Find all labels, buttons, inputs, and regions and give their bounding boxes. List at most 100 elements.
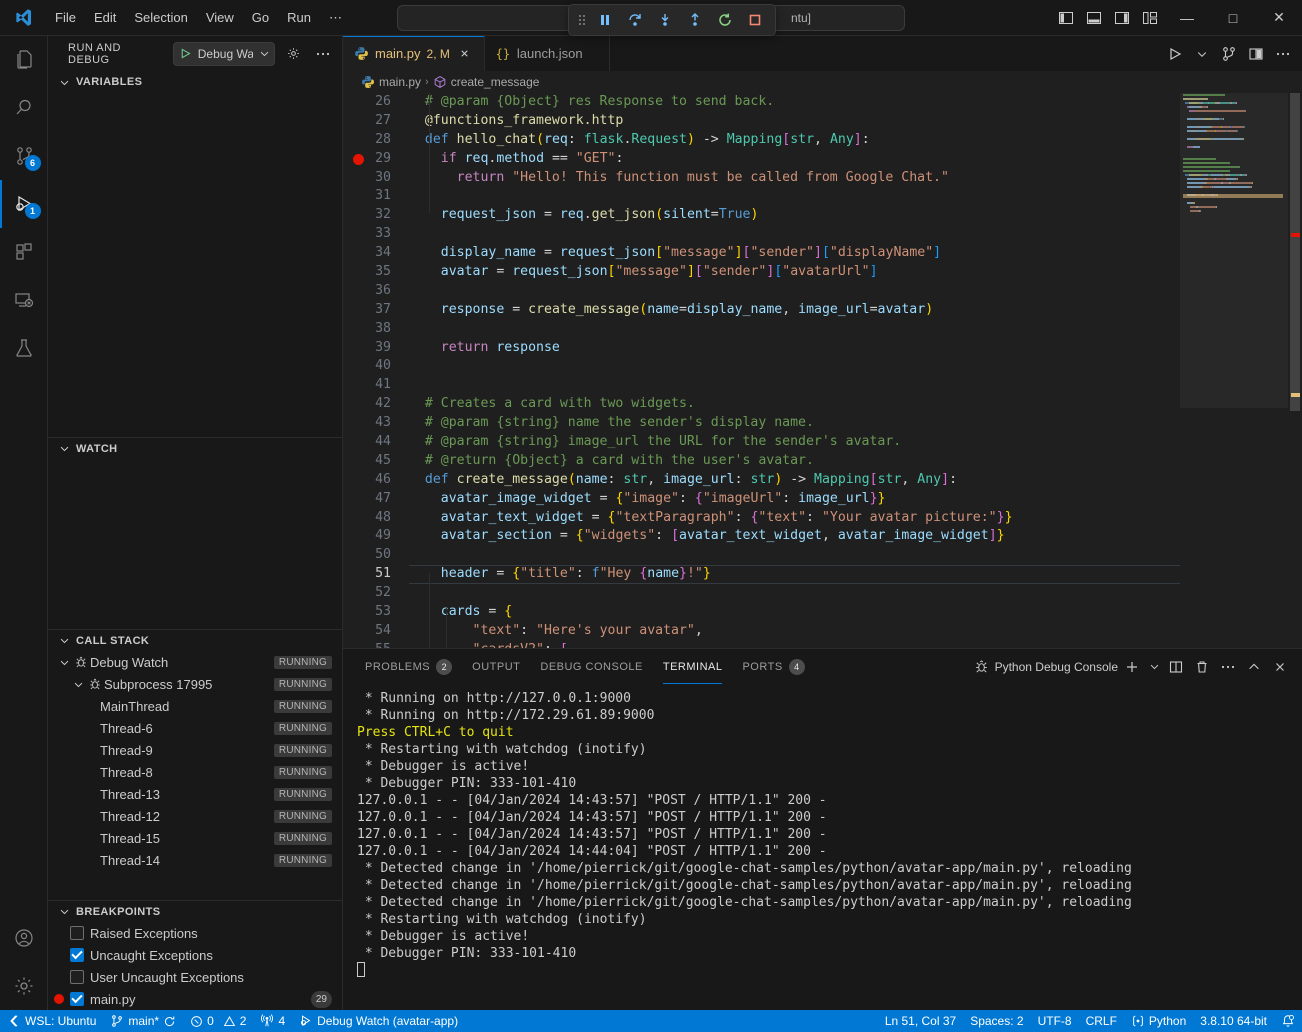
call-stack-row[interactable]: Thread-13RUNNING (48, 783, 342, 805)
customize-layout-icon[interactable] (1136, 0, 1164, 36)
activity-explorer-icon[interactable] (0, 36, 48, 84)
split-terminal-icon[interactable] (1164, 655, 1188, 679)
sidebar-more-actions-icon[interactable] (312, 43, 334, 65)
status-encoding[interactable]: UTF-8 (1031, 1010, 1079, 1032)
pause-button[interactable] (591, 8, 619, 32)
terminal-profile-chevron-down-icon[interactable] (1146, 655, 1162, 679)
editor-tab-main-py[interactable]: main.py2, M (343, 36, 485, 71)
toggle-secondary-sidebar-icon[interactable] (1108, 0, 1136, 36)
activity-search-icon[interactable] (0, 84, 48, 132)
active-terminal-name[interactable]: Python Debug Console (974, 659, 1118, 674)
breadcrumb-symbol[interactable]: create_message (433, 75, 540, 89)
code-line[interactable]: # Creates a card with two widgets. (409, 395, 1302, 414)
menu-more[interactable]: ⋯ (320, 6, 351, 30)
code-line[interactable]: avatar_image_widget = {"image": {"imageU… (409, 490, 1302, 509)
call-stack-row[interactable]: Thread-15RUNNING (48, 827, 342, 849)
watch-pane-header[interactable]: WATCH (48, 437, 342, 459)
code-editor[interactable]: 2627282930313233343536373839404142434445… (343, 93, 1302, 648)
code-line[interactable]: def hello_chat(req: flask.Request) -> Ma… (409, 131, 1302, 150)
toggle-primary-sidebar-icon[interactable] (1052, 0, 1080, 36)
activity-remote-explorer-icon[interactable] (0, 276, 48, 324)
debug-configuration-select[interactable]: Debug Wa (173, 42, 275, 66)
panel-more-actions-icon[interactable] (1216, 655, 1240, 679)
chevron-down-icon[interactable] (259, 48, 270, 59)
status-cursor-position[interactable]: Ln 51, Col 37 (878, 1010, 963, 1032)
menu-run[interactable]: Run (278, 6, 320, 29)
activity-source-control-icon[interactable]: 6 (0, 132, 48, 180)
call-stack-row[interactable]: Thread-8RUNNING (48, 761, 342, 783)
call-stack-row[interactable]: Debug WatchRUNNING (48, 651, 342, 673)
variables-list[interactable] (48, 93, 342, 437)
code-line[interactable]: cards = { (409, 603, 1302, 622)
maximize-button[interactable]: □ (1210, 0, 1256, 36)
code-line[interactable]: @functions_framework.http (409, 112, 1302, 131)
panel-tab-terminal[interactable]: TERMINAL (653, 649, 733, 684)
editor-gutter[interactable]: 2627282930313233343536373839404142434445… (343, 93, 409, 648)
new-terminal-plus-icon[interactable] (1120, 655, 1144, 679)
close-window-button[interactable]: ✕ (1256, 0, 1302, 36)
breakpoint-row[interactable]: User Uncaught Exceptions (48, 966, 342, 988)
breakpoint-checkbox[interactable] (70, 970, 84, 984)
close-tab-icon[interactable] (456, 45, 474, 63)
status-notifications[interactable] (1274, 1010, 1302, 1032)
source-control-compare-icon[interactable] (1216, 40, 1242, 68)
status-language-mode[interactable]: Python (1124, 1010, 1193, 1032)
status-indentation[interactable]: Spaces: 2 (963, 1010, 1030, 1032)
code-line[interactable]: # @param {Object} res Response to send b… (409, 93, 1302, 112)
code-line[interactable] (409, 225, 1302, 244)
code-line[interactable]: avatar_section = {"widgets": [avatar_tex… (409, 527, 1302, 546)
menu-edit[interactable]: Edit (85, 6, 125, 29)
step-into-button[interactable] (651, 8, 679, 32)
chevron-down-icon[interactable] (56, 657, 72, 668)
status-eol[interactable]: CRLF (1079, 1010, 1124, 1032)
status-interpreter[interactable]: 3.8.10 64-bit (1193, 1010, 1274, 1032)
editor-tab-launch-json[interactable]: {}launch.json (485, 36, 610, 71)
maximize-panel-chevron-up-icon[interactable] (1242, 655, 1266, 679)
call-stack-pane-header[interactable]: CALL STACK (48, 629, 342, 651)
code-line[interactable]: header = {"title": f"Hey {name}!"} (409, 565, 1302, 584)
breakpoint-checkbox[interactable] (70, 992, 84, 1006)
code-line[interactable] (409, 282, 1302, 301)
call-stack-row[interactable]: Thread-14RUNNING (48, 849, 342, 871)
breakpoints-list[interactable]: Raised ExceptionsUncaught ExceptionsUser… (48, 922, 342, 1010)
activity-run-and-debug-icon[interactable]: 1 (0, 180, 48, 228)
code-line[interactable]: display_name = request_json["message"]["… (409, 244, 1302, 263)
chevron-down-icon[interactable] (70, 679, 86, 690)
panel-tab-output[interactable]: OUTPUT (462, 649, 530, 684)
call-stack-row[interactable]: Thread-9RUNNING (48, 739, 342, 761)
menu-file[interactable]: File (46, 6, 85, 29)
step-out-button[interactable] (681, 8, 709, 32)
minimize-button[interactable]: — (1164, 0, 1210, 36)
status-remote-host[interactable]: WSL: Ubuntu (0, 1010, 103, 1032)
menu-go[interactable]: Go (243, 6, 278, 29)
call-stack-row[interactable]: MainThreadRUNNING (48, 695, 342, 717)
code-line[interactable] (409, 376, 1302, 395)
code-line[interactable] (409, 187, 1302, 206)
restart-button[interactable] (711, 8, 739, 32)
code-line[interactable] (409, 357, 1302, 376)
activity-testing-icon[interactable] (0, 324, 48, 372)
breakpoint-row[interactable]: Raised Exceptions (48, 922, 342, 944)
debug-toolbar-grip[interactable] (575, 10, 589, 30)
editor-minimap[interactable] (1180, 93, 1288, 648)
code-line[interactable]: # @param {string} name the sender's disp… (409, 414, 1302, 433)
run-python-file-icon[interactable] (1162, 40, 1188, 68)
editor-code-lines[interactable]: # @param {Object} res Response to send b… (409, 93, 1302, 648)
panel-tab-ports[interactable]: PORTS4 (732, 649, 814, 684)
open-launch-json-gear-icon[interactable] (283, 43, 305, 65)
split-editor-right-icon[interactable] (1243, 40, 1269, 68)
code-line[interactable]: return response (409, 339, 1302, 358)
code-line[interactable]: # @param {string} image_url the URL for … (409, 433, 1302, 452)
call-stack-row[interactable]: Thread-12RUNNING (48, 805, 342, 827)
code-line[interactable]: # @return {Object} a card with the user'… (409, 452, 1302, 471)
editor-scrollbar[interactable] (1288, 93, 1302, 648)
minimap-slider[interactable] (1180, 93, 1288, 408)
activity-extensions-icon[interactable] (0, 228, 48, 276)
editor-breakpoint-marker[interactable] (353, 154, 364, 165)
panel-tab-problems[interactable]: PROBLEMS2 (355, 649, 462, 684)
code-line[interactable] (409, 320, 1302, 339)
menu-view[interactable]: View (197, 6, 243, 29)
breakpoint-row[interactable]: Uncaught Exceptions (48, 944, 342, 966)
code-line[interactable]: avatar = request_json["message"]["sender… (409, 263, 1302, 282)
code-line[interactable]: def create_message(name: str, image_url:… (409, 471, 1302, 490)
